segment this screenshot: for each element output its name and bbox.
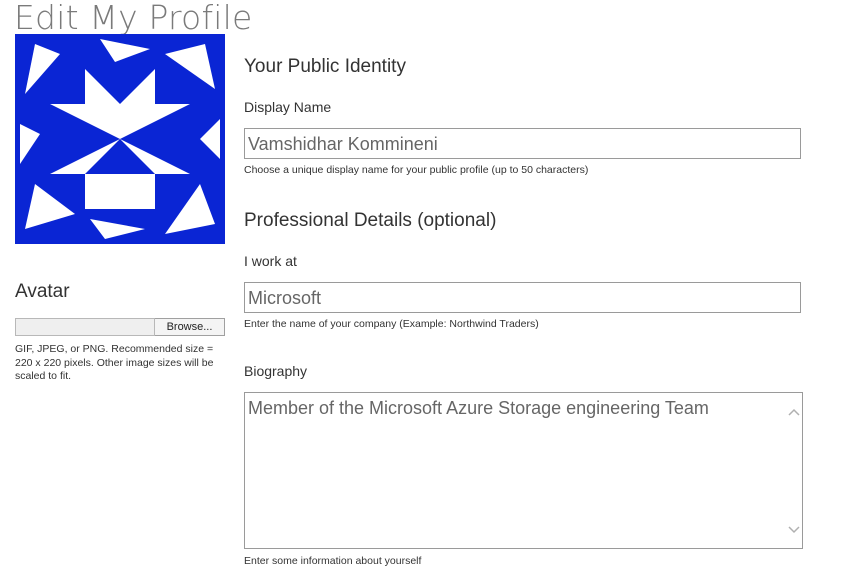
public-identity-heading: Your Public Identity	[244, 56, 406, 77]
browse-button[interactable]: Browse...	[155, 318, 225, 336]
work-label: I work at	[244, 253, 297, 269]
display-name-input[interactable]	[244, 128, 801, 159]
page-title: Edit My Profile	[14, 0, 253, 37]
biography-scrollbar[interactable]	[785, 393, 802, 548]
avatar-hint: GIF, JPEG, or PNG. Recommended size = 22…	[15, 343, 214, 382]
professional-details-heading: Professional Details (optional)	[244, 210, 497, 231]
avatar-image	[15, 34, 225, 244]
avatar-heading: Avatar	[15, 281, 70, 302]
chevron-down-icon[interactable]	[787, 523, 800, 536]
display-name-hint: Choose a unique display name for your pu…	[244, 164, 589, 176]
chevron-up-icon[interactable]	[787, 405, 800, 418]
biography-hint: Enter some information about yourself	[244, 555, 422, 567]
work-input[interactable]	[244, 282, 801, 313]
identicon-pattern	[15, 34, 225, 244]
avatar-file-path-field[interactable]	[15, 318, 155, 336]
display-name-label: Display Name	[244, 99, 332, 115]
biography-field[interactable]: Member of the Microsoft Azure Storage en…	[244, 392, 803, 549]
biography-textarea[interactable]: Member of the Microsoft Azure Storage en…	[245, 393, 785, 548]
work-hint: Enter the name of your company (Example:…	[244, 318, 539, 330]
avatar-file-picker[interactable]: Browse...	[15, 318, 225, 336]
biography-label: Biography	[244, 363, 308, 379]
